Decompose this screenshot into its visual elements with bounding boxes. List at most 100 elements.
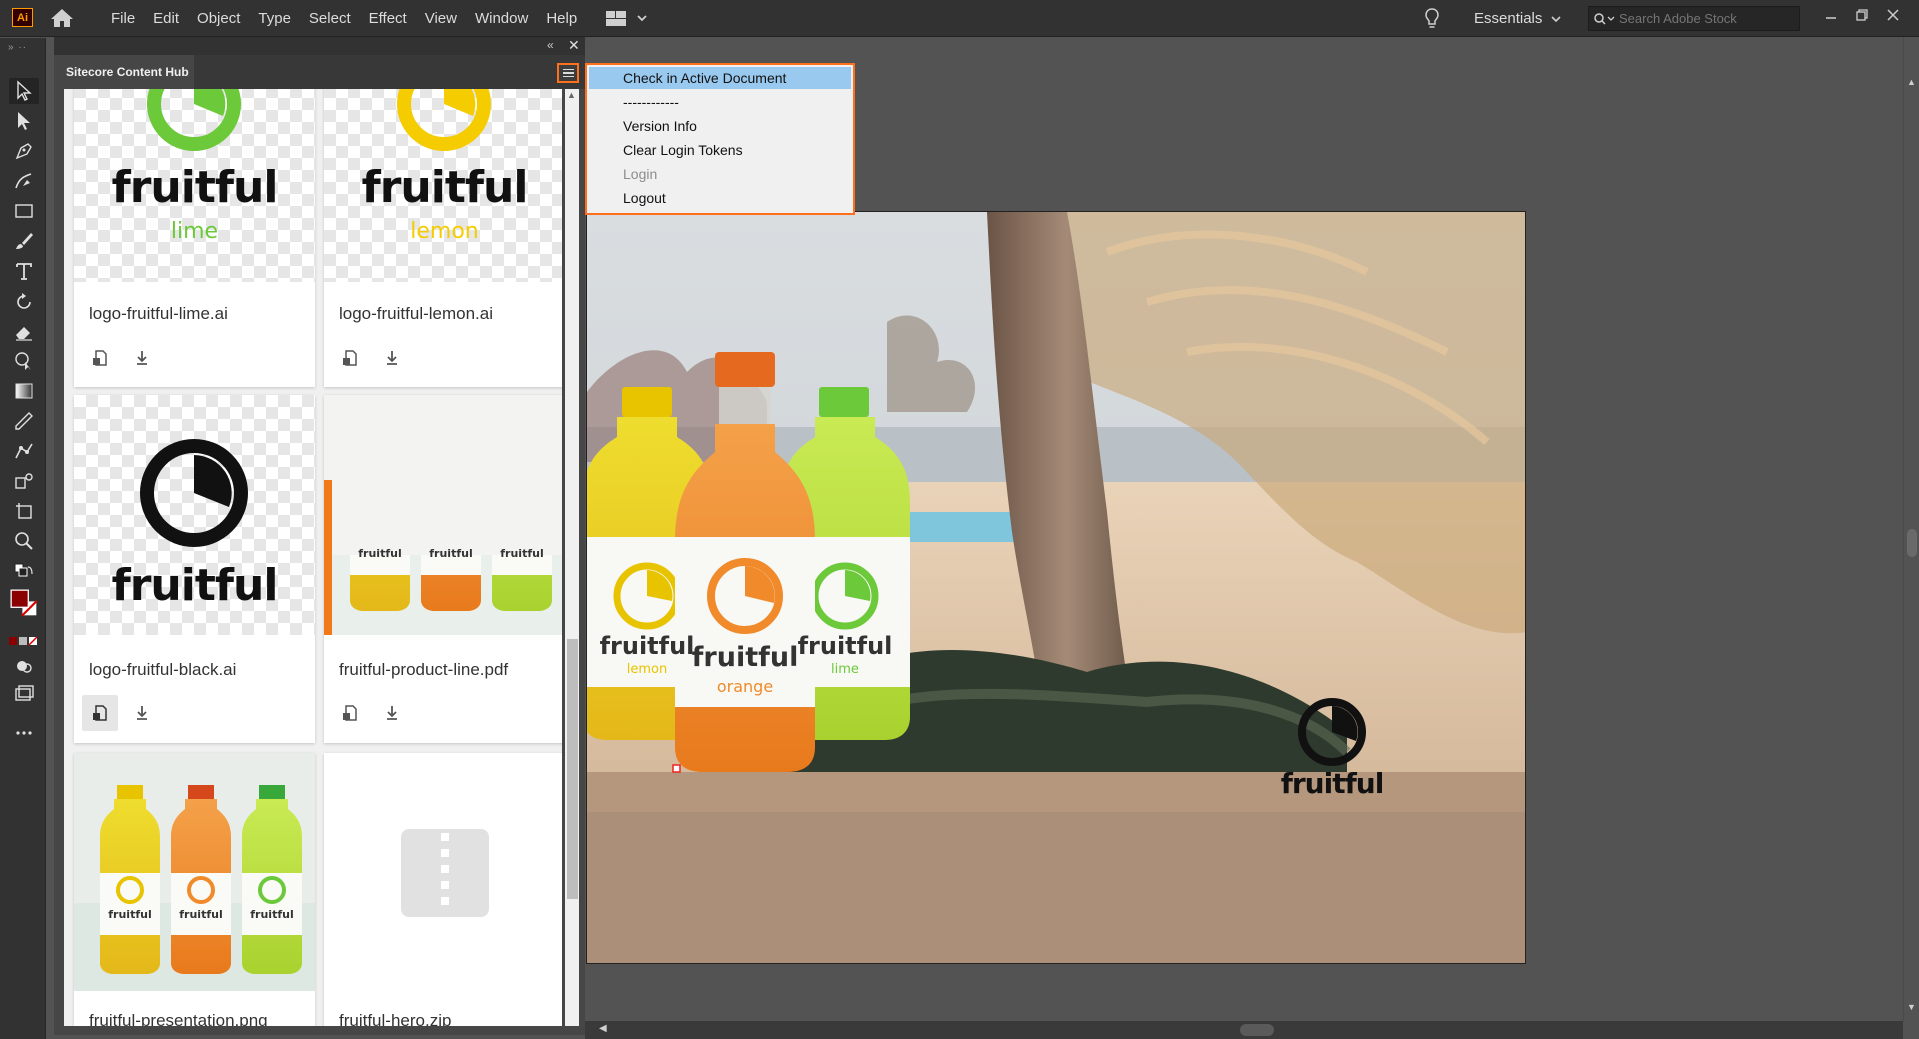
asset-name: fruitful-hero.zip xyxy=(339,1011,452,1026)
home-icon[interactable] xyxy=(49,7,75,29)
presentation-image xyxy=(74,753,315,974)
panel-tabbar xyxy=(194,55,585,89)
asset-card[interactable]: fruitful lemon logo-fruitful-lemon.ai xyxy=(324,89,562,387)
asset-thumbnail[interactable]: fruitful fruitful fruitful xyxy=(324,395,562,635)
asset-thumbnail[interactable]: fruitful fruitful fruitful xyxy=(74,753,315,991)
canvas-vertical-scrollbar[interactable]: ▲ ▼ xyxy=(1903,37,1919,1021)
place-document-icon xyxy=(343,705,357,721)
shape-builder-tool-icon[interactable] xyxy=(9,348,39,374)
search-icon xyxy=(1594,12,1615,25)
asset-card[interactable]: fruitful lime logo-fruitful-lime.ai xyxy=(74,89,315,387)
asset-thumbnail[interactable]: fruitful lemon xyxy=(324,89,562,282)
asset-thumbnail[interactable]: fruitful lime xyxy=(74,89,315,282)
hero-image xyxy=(587,212,1525,963)
download-button[interactable] xyxy=(124,340,160,376)
menu-version-info[interactable]: Version Info xyxy=(589,115,851,137)
zoom-tool-icon[interactable] xyxy=(9,528,39,554)
eyedropper-tool-icon[interactable] xyxy=(9,408,39,434)
place-in-document-button[interactable] xyxy=(332,695,368,731)
logo-sub: lemon xyxy=(410,219,479,244)
place-document-icon xyxy=(343,350,357,366)
horizontal-scroll-thumb[interactable] xyxy=(1240,1024,1274,1036)
eraser-tool-icon[interactable] xyxy=(9,318,39,344)
menu-file[interactable]: File xyxy=(102,0,144,37)
curvature-tool-icon[interactable] xyxy=(9,168,39,194)
logo-word: fruitful xyxy=(111,560,279,611)
logo-sub: lime xyxy=(170,219,219,244)
place-in-document-button[interactable] xyxy=(82,340,118,376)
menu-help[interactable]: Help xyxy=(537,0,586,37)
asset-thumbnail[interactable]: fruitful xyxy=(74,395,315,635)
scroll-left-icon[interactable]: ◀ xyxy=(599,1023,607,1034)
download-button[interactable] xyxy=(374,695,410,731)
close-icon[interactable] xyxy=(1880,4,1906,26)
more-tools-icon[interactable] xyxy=(9,720,39,746)
scroll-down-icon[interactable]: ▼ xyxy=(1907,1002,1916,1012)
menu-items: File Edit Object Type Select Effect View… xyxy=(102,0,586,37)
color-mode-icons[interactable] xyxy=(9,628,39,654)
download-icon xyxy=(387,706,397,720)
menu-object[interactable]: Object xyxy=(188,0,249,37)
asset-card[interactable]: fruitful logo-fruitful-black.ai xyxy=(74,395,315,743)
panel-tab[interactable]: Sitecore Content Hub xyxy=(54,55,194,89)
fill-stroke-swatch[interactable] xyxy=(9,589,39,617)
paintbrush-tool-icon[interactable] xyxy=(9,228,39,254)
menu-type[interactable]: Type xyxy=(249,0,300,37)
download-button[interactable] xyxy=(124,695,160,731)
bottle-label: fruitful xyxy=(250,908,294,921)
asset-thumbnail[interactable] xyxy=(324,753,562,991)
scroll-up-icon[interactable]: ▲ xyxy=(567,90,576,100)
toolbar-grip-icon[interactable]: » ·· xyxy=(8,42,27,53)
bottle-label: fruitful xyxy=(358,547,402,560)
asset-grid-scroll-thumb[interactable] xyxy=(567,639,578,899)
menu-login: Login xyxy=(623,166,658,182)
menu-select[interactable]: Select xyxy=(300,0,360,37)
menu-clear-login-tokens[interactable]: Clear Login Tokens xyxy=(589,139,851,161)
selection-tool-icon[interactable] xyxy=(9,78,39,104)
close-panel-icon[interactable]: ✕ xyxy=(568,37,580,54)
blend-tool-icon[interactable] xyxy=(9,438,39,464)
stock-search-input[interactable] xyxy=(1619,11,1789,26)
asset-grid-scrollbar[interactable]: ▲ xyxy=(565,89,579,1026)
place-in-document-button[interactable] xyxy=(332,340,368,376)
panel-header-strip xyxy=(54,37,585,55)
download-button[interactable] xyxy=(374,340,410,376)
zip-file-icon xyxy=(401,829,489,917)
asset-card[interactable]: fruitful fruitful fruitful fruitful-prod… xyxy=(324,395,562,743)
asset-card[interactable]: fruitful fruitful fruitful fruitful-pres… xyxy=(74,753,315,1026)
artboard[interactable]: fruitful lemon fruitful orange fruitful … xyxy=(586,211,1526,964)
canvas-horizontal-scrollbar[interactable]: ◀ xyxy=(585,1021,1903,1039)
menu-effect[interactable]: Effect xyxy=(360,0,416,37)
pen-tool-icon[interactable] xyxy=(9,138,39,164)
artboard-tool-icon[interactable] xyxy=(9,498,39,524)
minimize-icon[interactable] xyxy=(1818,4,1844,26)
workspace-layout-icon[interactable] xyxy=(605,9,650,29)
place-in-document-button[interactable] xyxy=(82,695,118,731)
draw-mode-icon[interactable] xyxy=(9,653,39,679)
asset-card[interactable]: fruitful-hero.zip xyxy=(324,753,562,1026)
panel-menu-button[interactable] xyxy=(557,63,579,83)
menu-logout[interactable]: Logout xyxy=(589,187,851,209)
symbol-sprayer-tool-icon[interactable] xyxy=(9,468,39,494)
collapse-panel-icon[interactable]: « xyxy=(547,38,554,52)
swap-fill-stroke-icon[interactable] xyxy=(9,560,39,586)
vertical-scroll-thumb[interactable] xyxy=(1907,529,1917,557)
screen-mode-icon[interactable] xyxy=(9,681,39,707)
menu-check-in-active-document[interactable]: Check in Active Document xyxy=(589,67,851,89)
workspace-label: Essentials xyxy=(1474,10,1543,27)
type-tool-icon[interactable] xyxy=(9,258,39,284)
scroll-up-icon[interactable]: ▲ xyxy=(1907,77,1916,87)
stock-search-box[interactable] xyxy=(1588,6,1800,31)
corner-logo-word: fruitful xyxy=(1280,767,1385,800)
rotate-tool-icon[interactable] xyxy=(9,288,39,314)
workspace-switcher[interactable]: Essentials xyxy=(1474,0,1562,37)
menu-edit[interactable]: Edit xyxy=(144,0,188,37)
restore-icon[interactable] xyxy=(1849,4,1875,26)
lightbulb-icon[interactable] xyxy=(1424,7,1440,31)
rectangle-tool-icon[interactable] xyxy=(9,198,39,224)
direct-selection-tool-icon[interactable] xyxy=(9,108,39,134)
menu-window[interactable]: Window xyxy=(466,0,537,37)
download-icon xyxy=(137,706,147,720)
menu-view[interactable]: View xyxy=(416,0,466,37)
gradient-tool-icon[interactable] xyxy=(9,378,39,404)
